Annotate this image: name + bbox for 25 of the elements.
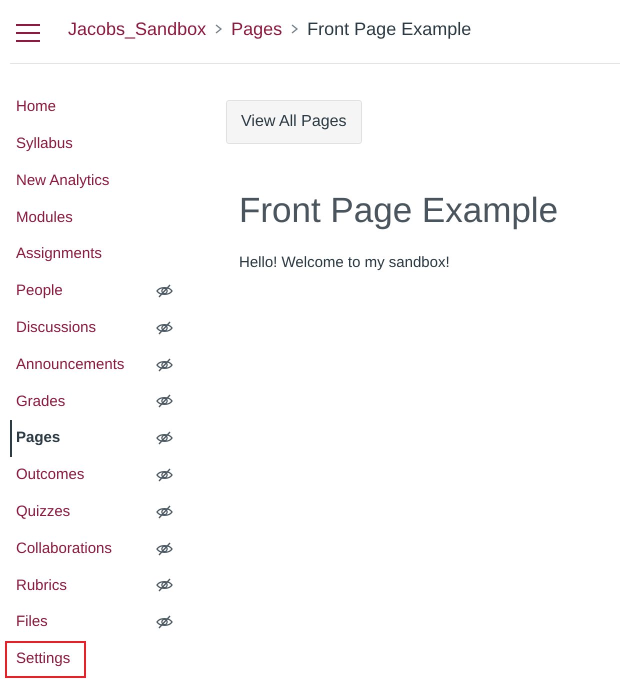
nav-link[interactable]: Outcomes xyxy=(16,464,84,487)
nav-link[interactable]: Announcements xyxy=(16,354,124,376)
nav-link[interactable]: Syllabus xyxy=(16,132,73,156)
nav-link[interactable]: Rubrics xyxy=(16,574,67,597)
page-body-text: Hello! Welcome to my sandbox! xyxy=(239,253,451,273)
nav-link[interactable]: Modules xyxy=(16,206,73,230)
breadcrumb-link[interactable]: Jacobs_Sandbox xyxy=(68,16,206,42)
chevron-icon xyxy=(215,24,222,34)
view-all-pages-button[interactable]: View All Pages xyxy=(226,100,362,144)
nav-link[interactable]: Files xyxy=(16,611,48,634)
nav-link[interactable]: Pages xyxy=(16,427,60,450)
menu-icon[interactable] xyxy=(16,24,40,42)
nav-link[interactable]: Collaborations xyxy=(16,538,112,560)
nav-link[interactable]: Assignments xyxy=(16,243,102,266)
nav-link[interactable]: People xyxy=(16,280,63,303)
nav-link[interactable]: Quizzes xyxy=(16,500,70,524)
page-title: Front Page Example xyxy=(239,190,560,232)
nav-link[interactable]: New Analytics xyxy=(16,170,110,192)
nav-link[interactable]: Grades xyxy=(16,390,66,414)
breadcrumb-link[interactable]: Pages xyxy=(231,16,282,42)
nav-link[interactable]: Discussions xyxy=(16,316,96,340)
nav-link[interactable]: Home xyxy=(16,96,56,119)
chevron-icon xyxy=(291,24,298,34)
nav-link[interactable]: Settings xyxy=(5,640,86,678)
breadcrumb-current: Front Page Example xyxy=(307,18,472,41)
